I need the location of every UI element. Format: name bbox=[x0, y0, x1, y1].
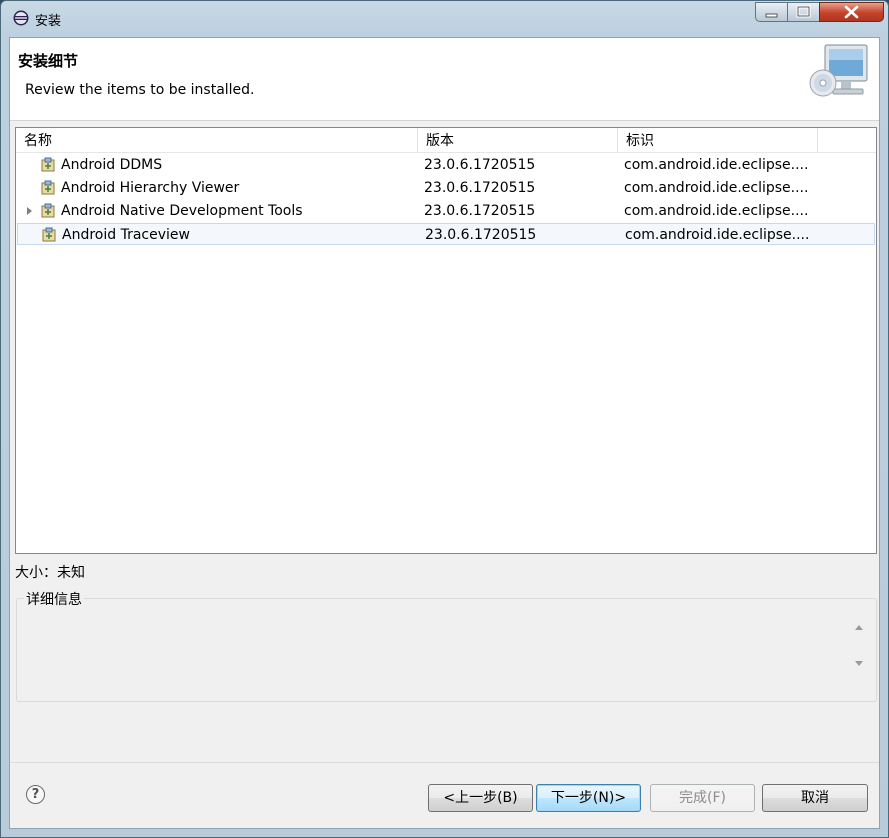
close-button[interactable] bbox=[819, 2, 884, 22]
next-button[interactable]: 下一步(N)> bbox=[536, 784, 641, 812]
install-items-table[interactable]: 名称 版本 标识 Android DDMS 23.0.6.1720515 com… bbox=[15, 127, 877, 554]
eclipse-icon bbox=[13, 10, 29, 26]
item-name: Android DDMS bbox=[61, 157, 163, 173]
plugin-feature-icon bbox=[41, 157, 55, 172]
item-version: 23.0.6.1720515 bbox=[424, 203, 536, 219]
item-version: 23.0.6.1720515 bbox=[425, 227, 537, 243]
item-version: 23.0.6.1720515 bbox=[424, 180, 536, 196]
close-icon bbox=[844, 5, 859, 19]
column-header-id[interactable]: 标识 bbox=[618, 128, 818, 152]
details-group: 详细信息 bbox=[16, 589, 877, 702]
table-header: 名称 版本 标识 bbox=[16, 128, 876, 153]
details-text[interactable] bbox=[25, 613, 852, 695]
dialog-content: 安装细节 Review the items to be installed. 名… bbox=[9, 37, 880, 829]
finish-button[interactable]: 完成(F) bbox=[650, 784, 755, 812]
column-header-name[interactable]: 名称 bbox=[16, 128, 418, 152]
details-label: 详细信息 bbox=[24, 589, 84, 609]
item-name: Android Native Development Tools bbox=[61, 203, 303, 219]
size-info: 大小：未知 bbox=[15, 565, 85, 581]
button-bar-divider bbox=[10, 762, 879, 763]
minimize-button[interactable] bbox=[755, 2, 788, 22]
install-monitor-icon bbox=[809, 44, 868, 97]
item-name: Android Hierarchy Viewer bbox=[61, 180, 240, 196]
scroll-up-arrow-icon[interactable] bbox=[855, 625, 863, 630]
wizard-header: 安装细节 Review the items to be installed. bbox=[10, 38, 879, 121]
table-row[interactable]: Android DDMS 23.0.6.1720515 com.android.… bbox=[17, 154, 875, 176]
item-id: com.android.ide.eclipse.... bbox=[625, 227, 810, 243]
plugin-feature-icon bbox=[41, 180, 55, 195]
back-button[interactable]: <上一步(B) bbox=[428, 784, 533, 812]
item-id: com.android.ide.eclipse.... bbox=[624, 203, 809, 219]
install-dialog-window: 安装 安装细节 Review the items to be installed… bbox=[0, 0, 889, 838]
maximize-button[interactable] bbox=[787, 2, 820, 22]
expand-arrow-icon[interactable] bbox=[27, 207, 32, 215]
item-id: com.android.ide.eclipse.... bbox=[624, 157, 809, 173]
table-row[interactable]: Android Hierarchy Viewer 23.0.6.1720515 … bbox=[17, 177, 875, 199]
item-version: 23.0.6.1720515 bbox=[424, 157, 536, 173]
plugin-feature-icon bbox=[41, 203, 55, 218]
item-id: com.android.ide.eclipse.... bbox=[624, 180, 809, 196]
help-icon[interactable]: ? bbox=[26, 785, 45, 804]
item-name: Android Traceview bbox=[62, 227, 190, 243]
title-bar[interactable]: 安装 bbox=[1, 1, 888, 37]
table-row-selected[interactable]: Android Traceview 23.0.6.1720515 com.and… bbox=[17, 223, 875, 245]
minimize-icon bbox=[765, 13, 778, 18]
column-header-version[interactable]: 版本 bbox=[418, 128, 618, 152]
plugin-feature-icon bbox=[42, 227, 56, 242]
page-description: Review the items to be installed. bbox=[25, 82, 255, 98]
page-title: 安装细节 bbox=[18, 52, 79, 70]
window-title: 安装 bbox=[35, 14, 62, 29]
cancel-button[interactable]: 取消 bbox=[762, 784, 868, 812]
table-row[interactable]: Android Native Development Tools 23.0.6.… bbox=[17, 200, 875, 222]
maximize-icon bbox=[796, 5, 811, 18]
scroll-down-arrow-icon[interactable] bbox=[855, 661, 863, 666]
